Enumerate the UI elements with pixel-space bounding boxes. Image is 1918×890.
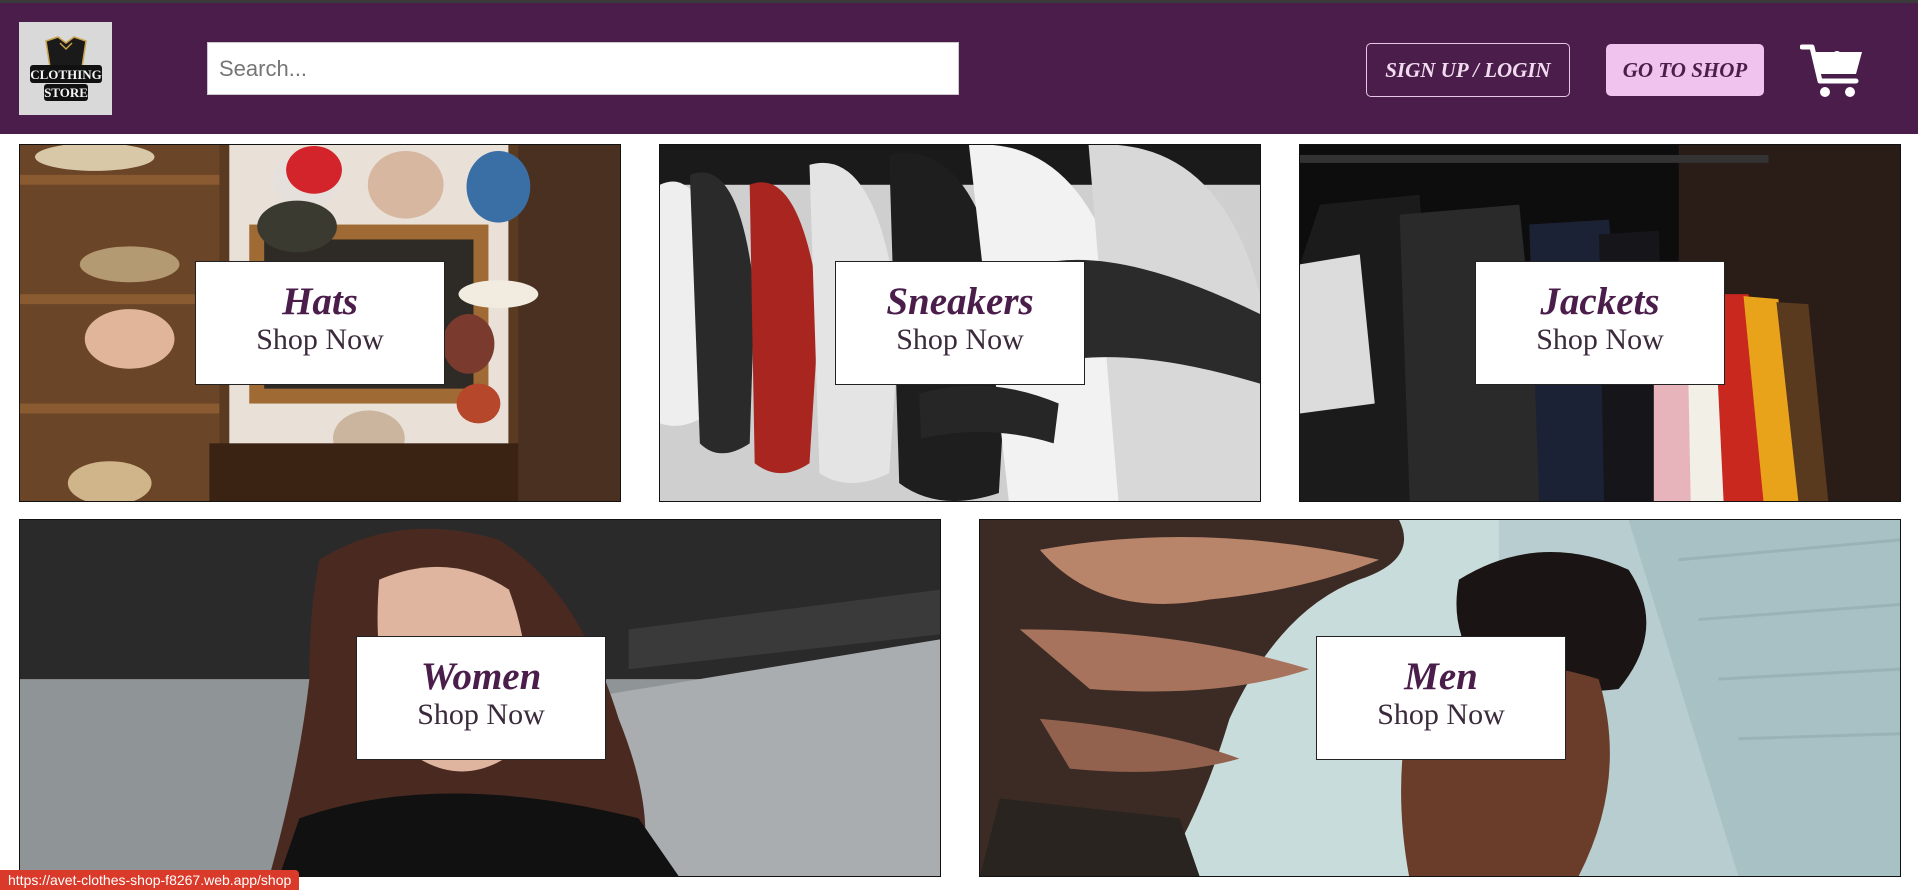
- category-card: Hats Shop Now: [195, 261, 445, 385]
- category-title: Sneakers: [886, 280, 1034, 323]
- shop-now-link[interactable]: Shop Now: [836, 322, 1084, 358]
- category-tile-sneakers[interactable]: Sneakers Shop Now: [659, 144, 1261, 502]
- category-tile-jackets[interactable]: Jackets Shop Now: [1299, 144, 1901, 502]
- logo-line-1: CLOTHING: [30, 67, 102, 82]
- logo-line-2: STORE: [44, 85, 88, 100]
- category-title: Men: [1404, 655, 1478, 698]
- cart-count-badge: 0: [1831, 46, 1843, 70]
- category-tile-women[interactable]: Women Shop Now: [19, 519, 941, 877]
- category-card: Men Shop Now: [1316, 636, 1566, 760]
- search-input[interactable]: [217, 42, 958, 95]
- shop-now-link[interactable]: Shop Now: [1317, 697, 1565, 733]
- site-header: CLOTHING STORE SIGN UP / LOGIN GO TO SHO…: [0, 3, 1918, 134]
- category-card: Jackets Shop Now: [1475, 261, 1725, 385]
- search-field[interactable]: [207, 42, 959, 95]
- category-title: Hats: [282, 280, 358, 323]
- store-logo[interactable]: CLOTHING STORE: [19, 22, 112, 115]
- shop-now-link[interactable]: Shop Now: [357, 697, 605, 733]
- shop-now-link[interactable]: Shop Now: [196, 322, 444, 358]
- signup-login-button[interactable]: SIGN UP / LOGIN: [1366, 43, 1570, 97]
- shop-now-link[interactable]: Shop Now: [1476, 322, 1724, 358]
- category-title: Women: [420, 655, 542, 698]
- link-status-bar: https://avet-clothes-shop-f8267.web.app/…: [0, 870, 300, 890]
- category-title: Jackets: [1540, 280, 1660, 323]
- go-to-shop-button[interactable]: GO TO SHOP: [1606, 44, 1764, 96]
- logo-image: CLOTHING STORE: [23, 26, 108, 111]
- category-tile-hats[interactable]: Hats Shop Now: [19, 144, 621, 502]
- category-tile-men[interactable]: Men Shop Now: [979, 519, 1901, 877]
- category-card: Women Shop Now: [356, 636, 606, 760]
- category-card: Sneakers Shop Now: [835, 261, 1085, 385]
